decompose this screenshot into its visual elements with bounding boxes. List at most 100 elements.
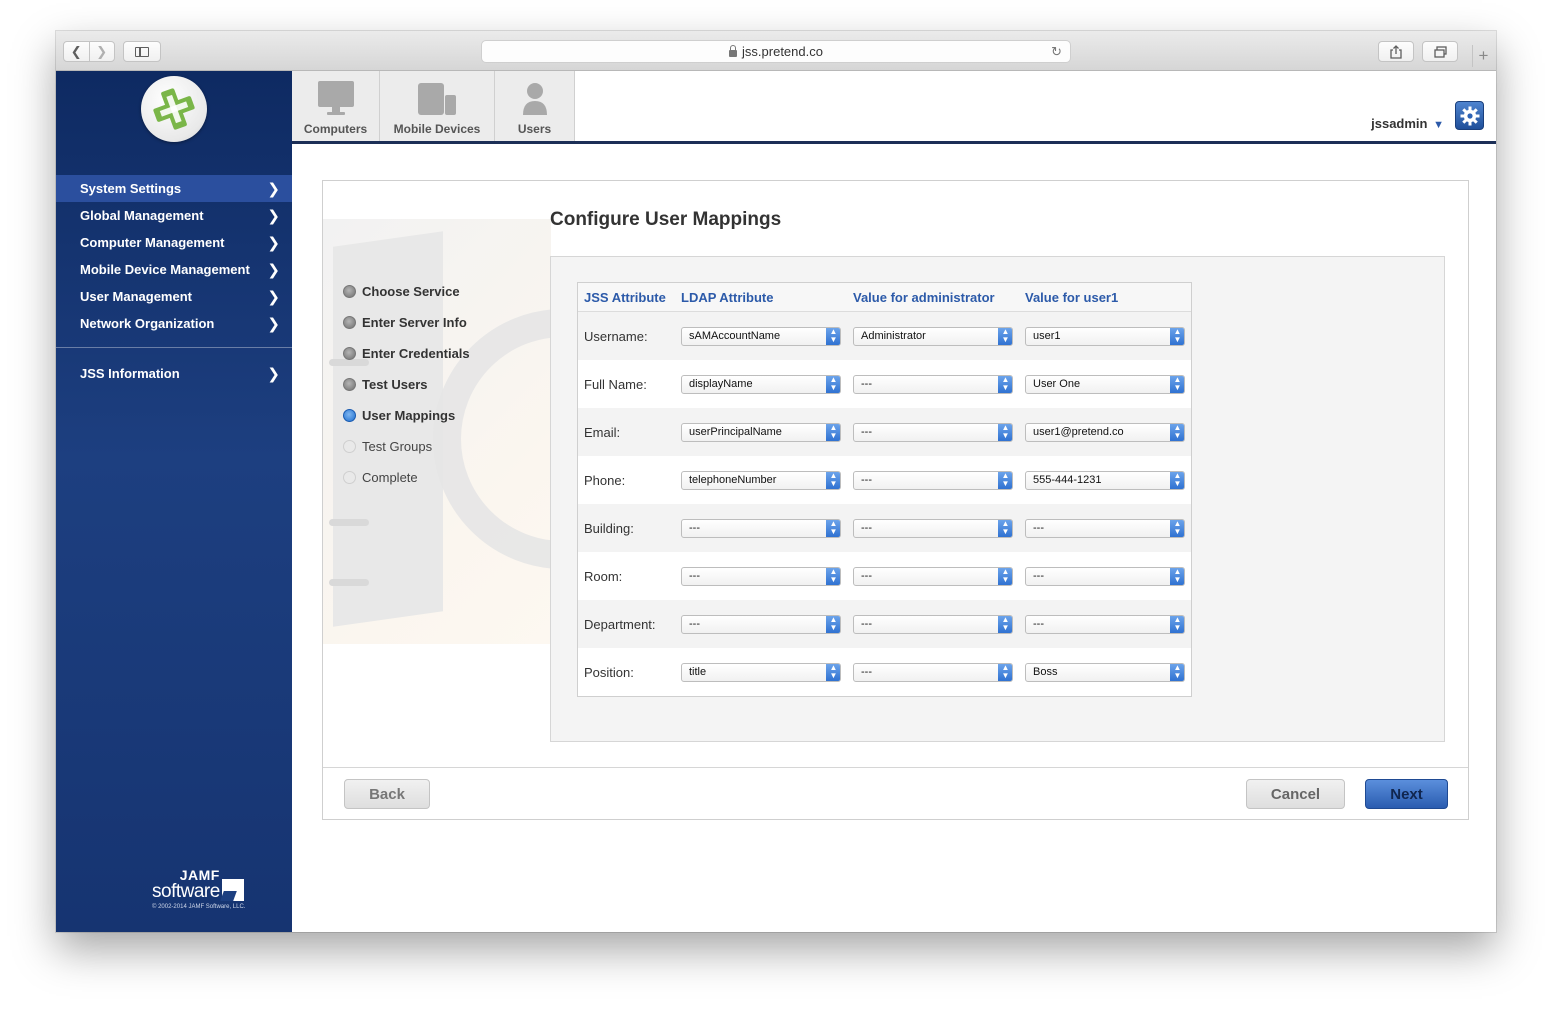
tab-mobile-devices[interactable]: Mobile Devices <box>380 71 495 141</box>
brand-line-1: JAMF <box>179 867 220 883</box>
ldap-attribute-select[interactable]: displayName ▲ ▼ <box>681 374 841 394</box>
sidebar-item-network-organization[interactable]: Network Organization ❯ <box>56 310 292 337</box>
select-arrows-icon: ▲ ▼ <box>998 615 1012 633</box>
select-arrows-icon: ▲ ▼ <box>1170 519 1184 537</box>
sidebar-item-jss-information[interactable]: JSS Information ❯ <box>56 360 292 387</box>
step-enter-credentials: Enter Credentials <box>343 338 470 369</box>
address-bar[interactable]: jss.pretend.co ↻ <box>481 40 1071 63</box>
admin-value-select[interactable]: --- ▲ ▼ <box>853 662 1013 682</box>
lock-icon <box>729 45 738 57</box>
table-row: Phone: telephoneNumber ▲ ▼ --- ▲ ▼ 555-444-1… <box>578 456 1191 504</box>
sidebar-toggle-button[interactable] <box>123 41 161 62</box>
select-arrows-icon: ▲ ▼ <box>998 471 1012 489</box>
step-status-icon <box>343 285 356 298</box>
sidebar-item-label: System Settings <box>80 181 182 196</box>
select-arrows-icon: ▲ ▼ <box>1170 615 1184 633</box>
step-status-icon <box>343 409 356 422</box>
table-body: Username: sAMAccountName ▲ ▼ Administrator… <box>578 312 1191 696</box>
forward-icon[interactable]: ❯ <box>90 44 115 60</box>
step-label: Enter Credentials <box>362 346 470 361</box>
chevron-right-icon: ❯ <box>267 234 280 252</box>
select-value: --- <box>861 473 872 486</box>
tab-label: Mobile Devices <box>393 122 481 136</box>
select-arrows-icon: ▲ ▼ <box>826 615 840 633</box>
user-account-menu[interactable]: jssadmin ▼ <box>1371 116 1444 131</box>
jamf-mark-icon <box>221 879 244 901</box>
select-arrows-icon: ▲ ▼ <box>998 663 1012 681</box>
select-arrows-icon: ▲ ▼ <box>998 519 1012 537</box>
select-value: user1@pretend.co <box>1033 425 1124 438</box>
user1-value-select[interactable]: --- ▲ ▼ <box>1025 518 1185 538</box>
computer-icon <box>317 81 354 115</box>
user1-value-select[interactable]: user1 ▲ ▼ <box>1025 326 1185 346</box>
step-status-icon <box>343 347 356 360</box>
ldap-attribute-select[interactable]: telephoneNumber ▲ ▼ <box>681 470 841 490</box>
tabs-overview-button[interactable] <box>1422 41 1458 62</box>
settings-button[interactable] <box>1455 101 1484 130</box>
tab-computers[interactable]: Computers <box>292 71 380 141</box>
select-arrows-icon: ▲ ▼ <box>826 519 840 537</box>
ldap-attribute-select[interactable]: --- ▲ ▼ <box>681 614 841 634</box>
user1-value-select[interactable]: --- ▲ ▼ <box>1025 566 1185 586</box>
sidebar-item-system-settings[interactable]: System Settings ❯ <box>56 175 292 202</box>
step-label: User Mappings <box>362 408 456 423</box>
sidebar-divider <box>56 347 292 348</box>
jss-attribute-label: Department: <box>584 616 656 632</box>
select-value: --- <box>861 617 872 630</box>
select-value: --- <box>1033 521 1044 534</box>
wizard-steps: Choose Service Enter Server Info Enter C… <box>343 276 470 493</box>
admin-value-select[interactable]: Administrator ▲ ▼ <box>853 326 1013 346</box>
jss-attribute-label: Room: <box>584 568 623 584</box>
select-arrows-icon: ▲ ▼ <box>1170 567 1184 585</box>
tab-users[interactable]: Users <box>495 71 575 141</box>
back-button[interactable]: Back <box>344 779 430 809</box>
user1-value-select[interactable]: Boss ▲ ▼ <box>1025 662 1185 682</box>
user1-value-select[interactable]: 555-444-1231 ▲ ▼ <box>1025 470 1185 490</box>
next-button[interactable]: Next <box>1365 779 1448 809</box>
share-button[interactable] <box>1378 41 1414 62</box>
ldap-attribute-select[interactable]: title ▲ ▼ <box>681 662 841 682</box>
user1-value-select[interactable]: user1@pretend.co ▲ ▼ <box>1025 422 1185 442</box>
sidebar-item-mobile-device-management[interactable]: Mobile Device Management ❯ <box>56 256 292 283</box>
step-complete: Complete <box>343 462 470 493</box>
ldap-attribute-select[interactable]: userPrincipalName ▲ ▼ <box>681 422 841 442</box>
sidebar-item-label: JSS Information <box>80 366 180 381</box>
new-tab-icon[interactable]: + <box>1472 45 1494 67</box>
select-arrows-icon: ▲ ▼ <box>1170 423 1184 441</box>
sidebar-menu: System Settings ❯ Global Management ❯ Co… <box>56 175 292 387</box>
step-status-icon <box>343 378 356 391</box>
sidebar-item-label: Network Organization <box>80 316 215 331</box>
select-arrows-icon: ▲ ▼ <box>826 567 840 585</box>
select-value: --- <box>861 377 872 390</box>
jamf-logo-icon[interactable] <box>141 76 207 142</box>
reload-icon[interactable]: ↻ <box>1051 44 1062 60</box>
ldap-attribute-select[interactable]: --- ▲ ▼ <box>681 566 841 586</box>
select-arrows-icon: ▲ ▼ <box>998 375 1012 393</box>
admin-value-select[interactable]: --- ▲ ▼ <box>853 614 1013 634</box>
cancel-button[interactable]: Cancel <box>1246 779 1345 809</box>
sidebar-item-user-management[interactable]: User Management ❯ <box>56 283 292 310</box>
sidebar-item-computer-management[interactable]: Computer Management ❯ <box>56 229 292 256</box>
select-value: displayName <box>689 377 753 390</box>
table-header: JSS Attribute LDAP Attribute Value for a… <box>578 283 1191 312</box>
admin-value-select[interactable]: --- ▲ ▼ <box>853 518 1013 538</box>
mappings-container: JSS Attribute LDAP Attribute Value for a… <box>550 256 1445 742</box>
ldap-attribute-select[interactable]: --- ▲ ▼ <box>681 518 841 538</box>
admin-value-select[interactable]: --- ▲ ▼ <box>853 566 1013 586</box>
admin-value-select[interactable]: --- ▲ ▼ <box>853 470 1013 490</box>
column-header-ldap-attribute: LDAP Attribute <box>681 289 774 305</box>
admin-value-select[interactable]: --- ▲ ▼ <box>853 422 1013 442</box>
select-arrows-icon: ▲ ▼ <box>826 471 840 489</box>
jss-attribute-label: Full Name: <box>584 376 647 392</box>
admin-value-select[interactable]: --- ▲ ▼ <box>853 374 1013 394</box>
select-arrows-icon: ▲ ▼ <box>1170 663 1184 681</box>
back-icon[interactable]: ❮ <box>64 44 89 60</box>
step-label: Test Groups <box>362 439 433 454</box>
select-value: user1 <box>1033 329 1061 342</box>
sidebar-item-global-management[interactable]: Global Management ❯ <box>56 202 292 229</box>
user1-value-select[interactable]: User One ▲ ▼ <box>1025 374 1185 394</box>
table-row: Building: --- ▲ ▼ --- ▲ ▼ --- ▲ ▼ <box>578 504 1191 552</box>
user1-value-select[interactable]: --- ▲ ▼ <box>1025 614 1185 634</box>
ldap-attribute-select[interactable]: sAMAccountName ▲ ▼ <box>681 326 841 346</box>
chevron-right-icon: ❯ <box>267 315 280 333</box>
